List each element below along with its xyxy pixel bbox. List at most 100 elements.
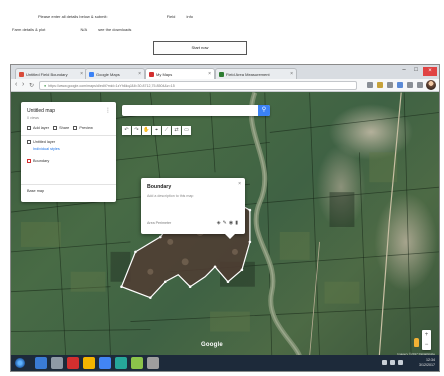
page: Please enter all details below & submit:…	[0, 0, 444, 376]
draw-line-icon[interactable]: ⟋	[162, 126, 171, 135]
star-icon[interactable]	[367, 82, 373, 88]
zoom-control: + −	[422, 330, 431, 350]
layer-checkbox[interactable]	[27, 140, 31, 144]
drawing-toolbar: ↶ ↷ ✋ ⌖ ⟋ ⇄ ▭	[122, 118, 192, 135]
zoom-out-button[interactable]: −	[422, 340, 431, 350]
tab-close-icon[interactable]: ×	[290, 71, 293, 77]
popup-description: Add a description to this map	[147, 194, 194, 198]
tab-google-maps[interactable]: Google Maps ×	[85, 68, 145, 79]
tab-favicon	[219, 72, 224, 77]
add-layer-button[interactable]: Add layer	[33, 126, 49, 130]
form-details-select[interactable]: N/A	[80, 27, 86, 32]
clock-date: 3/12/2017	[419, 363, 435, 367]
street-view-icon[interactable]	[414, 338, 419, 347]
form-instructions-line: Please enter all details below & submit:…	[38, 14, 193, 19]
lock-icon: ●	[44, 84, 47, 88]
extension-icon[interactable]	[377, 82, 383, 88]
app-icon[interactable]	[131, 357, 143, 369]
tab-favicon	[149, 72, 154, 77]
map-title[interactable]: Untitled map	[27, 108, 55, 114]
volume-icon[interactable]	[390, 360, 395, 365]
pdf-reader-icon[interactable]	[67, 357, 79, 369]
maximize-button[interactable]: □	[411, 67, 421, 73]
zoom-in-button[interactable]: +	[422, 330, 431, 340]
url-text: https://www.google.com/maps/d/edit?mid=1…	[48, 84, 175, 88]
layer-name[interactable]: Untitled layer	[33, 140, 55, 144]
extension-icon[interactable]	[387, 82, 393, 88]
marker-icon[interactable]: ⌖	[152, 126, 161, 135]
preview-icon	[73, 126, 78, 130]
network-icon[interactable]	[382, 360, 387, 365]
undo-icon[interactable]: ↶	[122, 126, 131, 135]
tab-favicon	[89, 72, 94, 77]
extension-icon[interactable]	[407, 82, 413, 88]
tab-favicon	[19, 72, 24, 77]
ie-icon[interactable]	[35, 357, 47, 369]
base-map-row[interactable]: Base map	[27, 189, 44, 193]
tab-my-maps[interactable]: My Maps ×	[145, 68, 215, 79]
add-layer-icon	[27, 126, 31, 130]
form-instructions-label: Please enter all details below & submit:	[38, 14, 108, 19]
base-map-label: Base map	[27, 189, 45, 193]
popup-measurements: Area Perimeter	[147, 221, 172, 225]
chrome-icon[interactable]	[83, 357, 95, 369]
feature-info-popup: Boundary × Add a description to this map…	[141, 178, 245, 239]
directions-icon[interactable]: ⇄	[172, 126, 181, 135]
search-icon[interactable]: ⚲	[258, 105, 270, 116]
tab-close-icon[interactable]: ×	[208, 71, 211, 77]
delete-icon[interactable]: ▮	[235, 220, 240, 226]
feature-name: Boundary	[33, 159, 50, 163]
share-button[interactable]: Share	[59, 126, 69, 130]
map-details-panel: Untitled map ⋮ 0 views Add layer Share P…	[21, 102, 116, 202]
tab-label: Google Maps	[96, 72, 120, 77]
start-button[interactable]: Start now	[153, 41, 247, 55]
form-details-line: Farm details & plot N/A see the download…	[12, 27, 131, 32]
select-icon[interactable]: ✋	[142, 126, 151, 135]
avatar[interactable]	[426, 80, 436, 90]
share-icon	[53, 126, 58, 130]
start-button-icon[interactable]	[15, 358, 25, 368]
tab-field-area[interactable]: Field Area Measurement ×	[215, 68, 297, 79]
panel-divider	[21, 184, 116, 185]
popup-actions: ◈✎◉▮	[217, 220, 240, 226]
menu-icon[interactable]	[417, 82, 423, 88]
popup-pointer	[225, 234, 235, 239]
panel-divider	[21, 135, 116, 136]
layer-style-link[interactable]: Individual styles	[33, 147, 60, 151]
close-icon[interactable]: ×	[238, 181, 241, 187]
url-input[interactable]: ● https://www.google.com/maps/d/edit?mid=…	[39, 81, 357, 90]
tab-label: Untitled Field Boundary	[26, 72, 68, 77]
layer-feature-row[interactable]: Boundary	[27, 159, 49, 163]
address-bar-row: ‹ › ↻ ● https://www.google.com/maps/d/edi…	[11, 79, 439, 92]
layer-row[interactable]: Untitled layer	[27, 140, 55, 144]
tab-close-icon[interactable]: ×	[138, 71, 141, 77]
satellite-map[interactable]: Untitled map ⋮ 0 views Add layer Share P…	[11, 92, 439, 357]
app-icon[interactable]	[115, 357, 127, 369]
taskbar: 12:34 3/12/2017	[11, 355, 439, 371]
tab-bar: Untitled Field Boundary × Google Maps × …	[11, 65, 439, 79]
reload-icon[interactable]: ↻	[29, 82, 34, 89]
feature-icon	[27, 159, 31, 163]
form-field-type-select[interactable]: Field	[167, 14, 176, 19]
tab-field-boundary[interactable]: Untitled Field Boundary ×	[15, 68, 87, 79]
ruler-icon[interactable]: ▭	[182, 126, 191, 135]
more-options-icon[interactable]: ⋮	[105, 107, 111, 114]
extension-icon[interactable]	[397, 82, 403, 88]
file-explorer-icon[interactable]	[51, 357, 63, 369]
minimize-button[interactable]: –	[399, 67, 409, 73]
redo-icon[interactable]: ↷	[132, 126, 141, 135]
back-icon[interactable]: ‹	[15, 81, 17, 88]
canal	[248, 92, 303, 357]
map-search-input[interactable]: ⚲	[122, 105, 270, 116]
map-views: 0 views	[27, 116, 39, 120]
app-icon[interactable]	[99, 357, 111, 369]
tab-label: My Maps	[156, 72, 173, 77]
close-window-button[interactable]: ×	[423, 67, 437, 76]
clock[interactable]: 12:34 3/12/2017	[419, 358, 435, 368]
preview-button[interactable]: Preview	[79, 126, 93, 130]
app-icon[interactable]	[147, 357, 159, 369]
forward-icon[interactable]: ›	[22, 81, 24, 88]
battery-icon[interactable]	[398, 360, 403, 365]
tab-close-icon[interactable]: ×	[80, 71, 83, 77]
panel-options-row: Add layer Share Preview	[27, 126, 93, 130]
